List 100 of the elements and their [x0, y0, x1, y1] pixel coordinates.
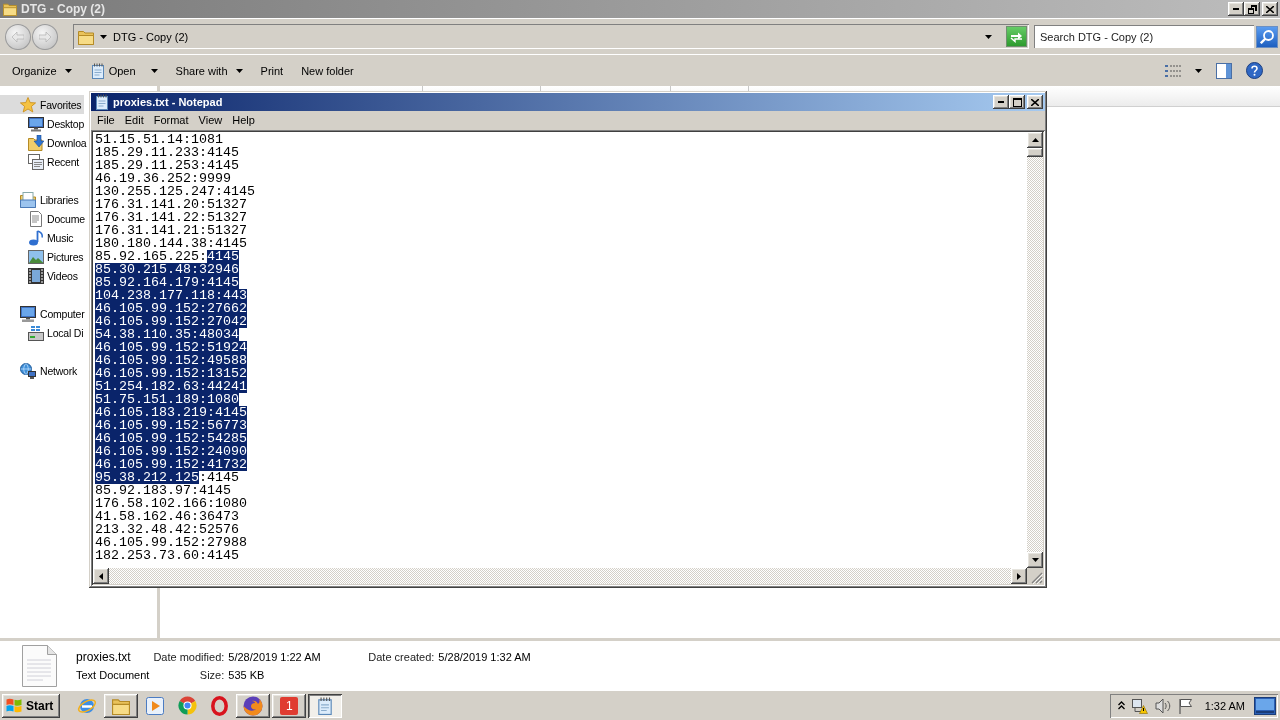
menu-item[interactable]: Help	[227, 111, 260, 129]
resize-grip-icon[interactable]	[1031, 572, 1043, 584]
sidebar-item[interactable]: Videos	[0, 266, 81, 285]
scroll-right-button[interactable]	[1011, 568, 1027, 584]
menu-item[interactable]: View	[193, 111, 228, 129]
scroll-up-button[interactable]	[1027, 132, 1043, 148]
notepad-icon	[94, 94, 110, 110]
left-arrow-icon	[12, 31, 24, 42]
swirl-globe-icon	[243, 695, 264, 716]
sidebar-item[interactable]: Favorites	[0, 95, 85, 114]
caret-icon[interactable]	[100, 34, 107, 39]
text-line: 176.31.141.20:51327	[95, 198, 247, 211]
vertical-scrollbar[interactable]	[1027, 132, 1043, 568]
text-line: 130.255.125.247:4145	[95, 185, 255, 198]
close-button[interactable]	[1262, 2, 1278, 16]
network-warning-icon[interactable]	[1131, 697, 1148, 714]
toolbar-menu-button[interactable]: Organize	[6, 58, 78, 83]
text-line: 85.92.165.225:	[95, 250, 207, 263]
selected-text: 46.105.99.152:56773	[95, 419, 247, 432]
refresh-button[interactable]	[1006, 26, 1027, 47]
sidebar-item[interactable]: Libraries	[0, 190, 82, 209]
selected-text: 54.38.110.35:48034	[95, 328, 239, 341]
scroll-down-button[interactable]	[1027, 552, 1043, 568]
detail-label: Size:	[199, 669, 225, 681]
caret-icon	[150, 68, 158, 73]
close-button[interactable]	[1027, 95, 1043, 109]
restore-button[interactable]	[1244, 2, 1260, 16]
selected-text: 46.105.99.152:49588	[95, 354, 247, 367]
picture-icon	[28, 248, 44, 265]
sidebar-item[interactable]: Desktop	[0, 114, 88, 133]
selected-text: 4145	[207, 250, 239, 263]
scroll-left-button[interactable]	[93, 568, 109, 584]
taskbar-button[interactable]	[308, 693, 343, 718]
selected-text: 46.105.99.152:27042	[95, 315, 247, 328]
ring-icon[interactable]	[210, 695, 228, 716]
sidebar-item[interactable]: Computer	[0, 304, 88, 323]
selected-text: 85.30.215.48:32946	[95, 263, 239, 276]
sidebar-item[interactable]: Downloa	[0, 133, 90, 152]
preview-pane-icon	[1216, 62, 1232, 79]
flag-logo-icon	[6, 698, 22, 713]
clock[interactable]: 1:32 AM	[1204, 699, 1245, 712]
selected-text: 95.38.212.125	[95, 471, 199, 484]
toolbar-button[interactable]: Print	[254, 58, 290, 83]
text-line: 176.31.141.21:51327	[95, 224, 247, 237]
taskbar-button[interactable]: 1	[272, 693, 307, 718]
double-chevron-icon[interactable]	[1117, 701, 1125, 710]
taskbar-button[interactable]	[104, 693, 139, 718]
sidebar-item[interactable]: Network	[0, 361, 81, 380]
detail-label: Date modified:	[153, 651, 225, 663]
globe-monitor-icon	[20, 362, 36, 379]
play-tile-icon[interactable]	[146, 696, 165, 715]
refresh-icon	[1010, 30, 1023, 43]
detail-value: 5/28/2019 1:32 AM	[438, 651, 531, 663]
address-bar[interactable]: DTG - Copy (2)	[73, 24, 1029, 49]
sidebar-item[interactable]: Pictures	[0, 247, 87, 266]
details-view-icon	[1165, 63, 1181, 78]
notepad-icon	[316, 696, 335, 715]
toolbar-menu-button[interactable]: Share with	[169, 58, 249, 83]
sidebar-item[interactable]: Recent	[0, 152, 83, 171]
minimize-button[interactable]	[1228, 2, 1244, 16]
segmented-circle-icon[interactable]	[177, 696, 197, 715]
desktop-icon[interactable]	[1254, 696, 1276, 715]
menu-item[interactable]: File	[92, 111, 120, 129]
toolbar-button[interactable]: New folder	[295, 58, 360, 83]
selected-text: 51.254.182.63:44241	[95, 380, 247, 393]
maximize-button[interactable]	[1009, 95, 1025, 109]
breadcrumb-item[interactable]: DTG - Copy (2)	[113, 30, 189, 43]
menu-item[interactable]: Edit	[119, 111, 149, 129]
scroll-thumb[interactable]	[1027, 148, 1043, 157]
drive-icon	[28, 324, 44, 341]
help-icon	[1246, 62, 1263, 79]
start-button[interactable]: Start	[2, 693, 61, 718]
horizontal-scrollbar[interactable]	[93, 568, 1027, 584]
help-button[interactable]	[1243, 59, 1266, 82]
computer-icon	[20, 305, 36, 322]
left-arrow-icon	[99, 572, 103, 580]
flag-icon[interactable]	[1177, 697, 1192, 714]
menu-item[interactable]: Format	[148, 111, 194, 129]
sidebar-item[interactable]: Docume	[0, 209, 88, 228]
caret-icon	[1195, 68, 1202, 73]
text-line: 185.29.11.253:4145	[95, 159, 239, 172]
sidebar-item[interactable]: Music	[0, 228, 77, 247]
search-button[interactable]	[1256, 25, 1278, 48]
restore-icon	[1247, 4, 1257, 14]
window-title: proxies.txt - Notepad	[113, 96, 223, 108]
monitor-icon	[28, 115, 44, 132]
taskbar-button[interactable]	[236, 693, 271, 718]
text-line: 185.29.11.233:4145	[95, 146, 239, 159]
caret-icon	[235, 68, 243, 73]
caret-icon[interactable]	[985, 34, 992, 39]
selected-text: 46.105.99.152:41732	[95, 458, 247, 471]
right-arrow-icon	[1017, 572, 1021, 580]
speaker-icon[interactable]	[1154, 697, 1171, 714]
selected-text: 46.105.99.152:24090	[95, 445, 247, 458]
text-line: 182.253.73.60:4145	[95, 549, 239, 562]
sidebar-item[interactable]: Local Di	[0, 323, 87, 342]
search-field[interactable]: Search DTG - Copy (2)	[1034, 25, 1254, 48]
star-icon	[20, 96, 36, 113]
minimize-button[interactable]	[993, 95, 1009, 109]
toolbar-split-button[interactable]: Open	[83, 58, 164, 83]
